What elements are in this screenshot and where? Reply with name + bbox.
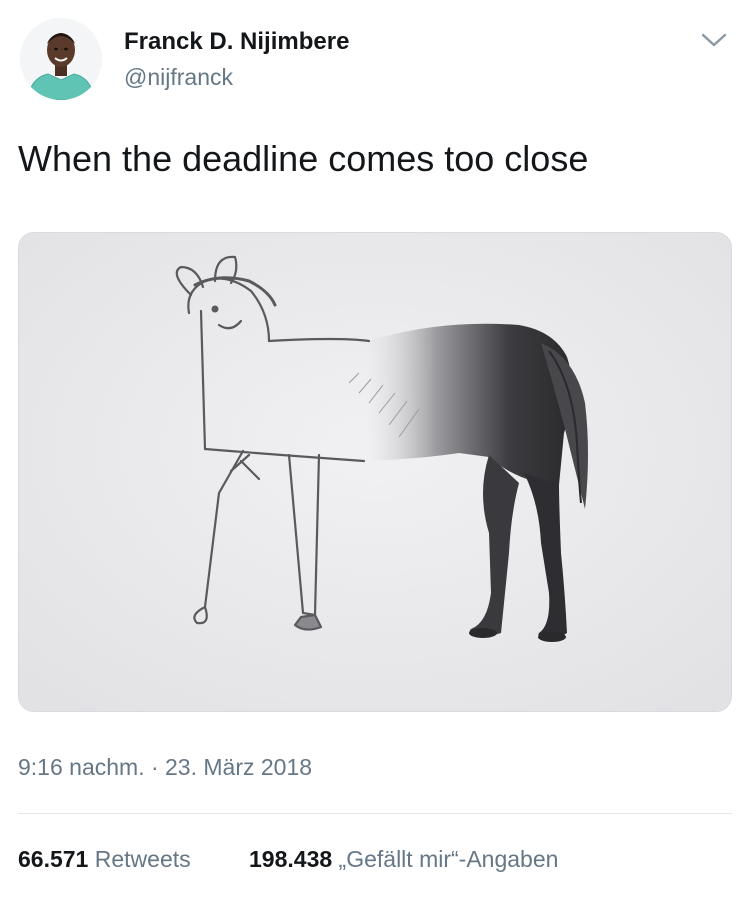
avatar[interactable] (20, 18, 102, 100)
more-options-button[interactable] (698, 28, 730, 52)
divider (18, 813, 732, 814)
likes-count: 198.438 (249, 846, 333, 872)
horse-drawing-icon (19, 233, 731, 711)
tweet-media-image[interactable] (18, 232, 732, 712)
chevron-down-icon (701, 33, 727, 47)
likes-stat[interactable]: 198.438 „Gefällt mir“-Angaben (249, 846, 558, 873)
tweet-stats: 66.571 Retweets 198.438 „Gefällt mir“-An… (18, 846, 558, 873)
author-name[interactable]: Franck D. Nijimbere (124, 28, 349, 56)
tweet-card: Franck D. Nijimbere @nijfranck When the … (0, 0, 750, 900)
retweets-label: Retweets (94, 846, 191, 872)
retweets-stat[interactable]: 66.571 Retweets (18, 846, 191, 873)
profile-photo-icon (20, 18, 102, 100)
likes-label: „Gefällt mir“-Angaben (338, 846, 559, 872)
tweet-timestamp[interactable]: 9:16 nachm. · 23. März 2018 (18, 754, 312, 781)
author-handle[interactable]: @nijfranck (124, 64, 233, 91)
retweets-count: 66.571 (18, 846, 89, 872)
tweet-text: When the deadline comes too close (18, 138, 589, 179)
